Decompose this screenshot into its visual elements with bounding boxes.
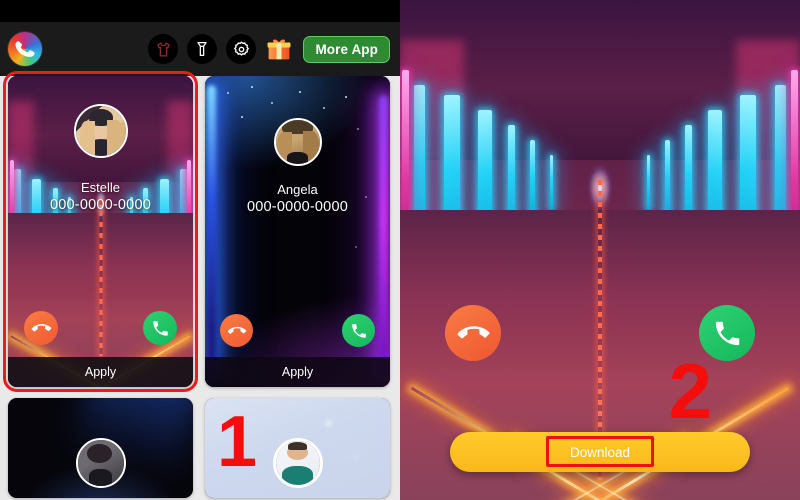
caller-name: Estelle — [80, 180, 121, 195]
theme-card-estelle[interactable]: Estelle 000-0000-0000 Apply — [3, 71, 198, 392]
apply-button[interactable]: Apply — [8, 357, 193, 387]
avatar — [75, 438, 126, 488]
avatar — [73, 104, 128, 158]
annotation-step-1: 1 — [217, 402, 258, 482]
tshirt-icon[interactable] — [148, 34, 179, 64]
apply-button[interactable]: Apply — [205, 357, 390, 387]
download-button[interactable]: Download — [450, 432, 750, 472]
more-app-button[interactable]: More App — [303, 35, 390, 63]
gear-icon[interactable] — [226, 34, 257, 64]
caller-number: 000-0000-0000 — [50, 197, 151, 213]
accept-call-button[interactable] — [143, 311, 177, 345]
annotation-step-2: 2 — [668, 347, 712, 435]
call-preview-overlay: Angela 000-0000-0000 Apply — [205, 76, 390, 387]
theme-card-angela[interactable]: Angela 000-0000-0000 Apply — [205, 76, 390, 387]
decline-call-button-preview[interactable] — [445, 305, 501, 361]
decline-call-button[interactable] — [220, 314, 253, 347]
avatar — [273, 118, 322, 166]
app-logo-icon[interactable] — [8, 32, 42, 66]
call-preview-overlay: Estelle 000-0000-0000 Apply — [8, 76, 193, 387]
status-bar — [0, 0, 400, 22]
corridor-artwork-preview — [400, 0, 800, 500]
accept-call-button[interactable] — [342, 314, 375, 347]
flashlight-icon[interactable] — [187, 34, 218, 64]
app-screen: More App Estelle 000-0000-0000 Apply Ang… — [0, 0, 800, 500]
app-toolbar: More App — [0, 22, 400, 76]
theme-card-concert[interactable] — [8, 398, 193, 498]
caller-number: 000-0000-0000 — [247, 199, 348, 215]
avatar — [272, 438, 323, 488]
theme-card-sky[interactable]: 1 — [205, 398, 390, 498]
gift-icon[interactable] — [266, 36, 292, 62]
caller-name: Angela — [277, 182, 318, 197]
decline-call-button[interactable] — [24, 311, 58, 345]
theme-card-grid: Estelle 000-0000-0000 Apply Angela 000-0… — [0, 71, 400, 500]
theme-list-pane: More App Estelle 000-0000-0000 Apply Ang… — [0, 0, 400, 500]
theme-preview-pane: 2 Download — [400, 0, 800, 500]
